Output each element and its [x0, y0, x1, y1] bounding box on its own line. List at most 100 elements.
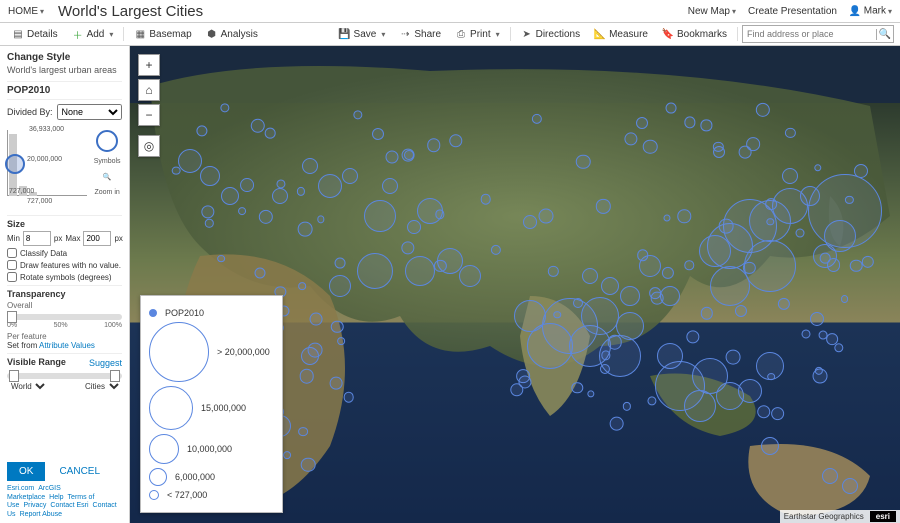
- locate-button[interactable]: ◎: [138, 135, 160, 157]
- city-symbol[interactable]: [272, 188, 288, 204]
- city-symbol[interactable]: [301, 458, 316, 473]
- city-symbol[interactable]: [757, 405, 771, 419]
- save-button[interactable]: 💾Save: [333, 26, 392, 42]
- city-symbol[interactable]: [284, 451, 292, 459]
- city-symbol[interactable]: [620, 286, 640, 306]
- city-symbol[interactable]: [318, 174, 342, 198]
- divided-by-select[interactable]: None: [57, 104, 122, 120]
- city-symbol[interactable]: [738, 379, 762, 403]
- city-symbol[interactable]: [427, 138, 441, 152]
- size-max-input[interactable]: [83, 231, 111, 246]
- zoom-out-button[interactable]: −: [138, 104, 160, 126]
- classify-checkbox[interactable]: [7, 248, 17, 258]
- city-symbol[interactable]: [765, 198, 777, 210]
- city-symbol[interactable]: [581, 297, 619, 335]
- user-menu[interactable]: 👤 Mark: [849, 5, 892, 17]
- add-button[interactable]: ＋Add: [66, 26, 120, 42]
- city-symbol[interactable]: [221, 187, 239, 205]
- city-symbol[interactable]: [802, 329, 811, 338]
- city-symbol[interactable]: [337, 337, 345, 345]
- create-presentation-link[interactable]: Create Presentation: [748, 6, 837, 17]
- map-canvas[interactable]: + ⌂ − ◎ POP2010 > 20,000,000 15,000,000 …: [130, 46, 900, 523]
- city-symbol[interactable]: [298, 222, 313, 237]
- city-symbol[interactable]: [480, 194, 491, 205]
- city-symbol[interactable]: [329, 275, 351, 297]
- city-symbol[interactable]: [601, 277, 619, 295]
- bookmarks-button[interactable]: 🔖Bookmarks: [656, 26, 733, 42]
- city-symbol[interactable]: [684, 390, 716, 422]
- city-symbol[interactable]: [307, 343, 322, 358]
- city-symbol[interactable]: [818, 331, 827, 340]
- city-symbol[interactable]: [699, 235, 731, 267]
- city-symbol[interactable]: [761, 437, 779, 455]
- city-symbol[interactable]: [302, 158, 318, 174]
- cancel-button[interactable]: CANCEL: [53, 465, 106, 478]
- zoom-home-button[interactable]: ⌂: [138, 79, 160, 101]
- suggest-link[interactable]: Suggest: [89, 358, 122, 368]
- city-symbol[interactable]: [407, 220, 421, 234]
- details-button[interactable]: ▤Details: [6, 26, 64, 42]
- transparency-slider[interactable]: [7, 314, 122, 320]
- city-symbol[interactable]: [841, 296, 849, 304]
- city-symbol[interactable]: [344, 392, 355, 403]
- attribute-values-link[interactable]: Attribute Values: [39, 341, 95, 350]
- print-button[interactable]: ⎙Print: [449, 26, 506, 42]
- city-symbol[interactable]: [726, 350, 741, 365]
- city-symbol[interactable]: [609, 416, 624, 431]
- city-symbol[interactable]: [747, 137, 761, 151]
- city-symbol[interactable]: [404, 150, 414, 160]
- draw-null-checkbox[interactable]: [7, 260, 17, 270]
- city-symbol[interactable]: [607, 335, 622, 350]
- city-symbol[interactable]: [616, 312, 644, 340]
- basemap-button[interactable]: ▦Basemap: [128, 26, 197, 42]
- size-histogram[interactable]: 36,933,000 20,000,000 727,000 727,000 Sy…: [7, 126, 122, 206]
- city-symbol[interactable]: [643, 139, 658, 154]
- new-map-link[interactable]: New Map: [688, 6, 736, 17]
- city-symbol[interactable]: [771, 407, 785, 421]
- city-symbol[interactable]: [335, 258, 346, 269]
- zoom-in-button[interactable]: +: [138, 54, 160, 76]
- city-symbol[interactable]: [650, 292, 663, 305]
- city-symbol[interactable]: [636, 117, 648, 129]
- measure-button[interactable]: 📐Measure: [588, 26, 654, 42]
- city-symbol[interactable]: [172, 166, 181, 175]
- zoom-in-icon[interactable]: 🔍: [101, 171, 113, 183]
- city-symbol[interactable]: [299, 282, 307, 290]
- city-symbol[interactable]: [582, 268, 598, 284]
- city-symbol[interactable]: [405, 256, 435, 286]
- city-symbol[interactable]: [298, 427, 308, 437]
- city-symbol[interactable]: [820, 253, 831, 264]
- city-symbol[interactable]: [822, 468, 838, 484]
- size-min-input[interactable]: [23, 231, 51, 246]
- city-symbol[interactable]: [795, 229, 804, 238]
- city-symbol[interactable]: [854, 164, 868, 178]
- city-symbol[interactable]: [357, 253, 393, 289]
- share-button[interactable]: ⇢Share: [393, 26, 447, 42]
- directions-button[interactable]: ➤Directions: [515, 26, 586, 42]
- symbols-button[interactable]: [96, 130, 118, 152]
- analysis-button[interactable]: ⬢Analysis: [200, 26, 264, 42]
- city-symbol[interactable]: [554, 311, 562, 319]
- search-input[interactable]: [743, 29, 876, 39]
- city-symbol[interactable]: [217, 255, 225, 263]
- footer-links[interactable]: Esri.comArcGIS MarketplaceHelpTerms of U…: [7, 485, 122, 519]
- city-symbol[interactable]: [768, 373, 776, 381]
- city-symbol[interactable]: [782, 168, 798, 184]
- city-symbol[interactable]: [842, 478, 858, 494]
- city-symbol[interactable]: [666, 103, 677, 114]
- city-symbol[interactable]: [573, 298, 583, 308]
- rotate-checkbox[interactable]: [7, 272, 17, 282]
- city-symbol[interactable]: [514, 300, 546, 332]
- city-symbol[interactable]: [372, 128, 384, 140]
- search-box[interactable]: 🔍: [742, 25, 894, 43]
- ok-button[interactable]: OK: [7, 462, 45, 481]
- city-symbol[interactable]: [330, 377, 343, 390]
- city-symbol[interactable]: [178, 149, 202, 173]
- city-symbol[interactable]: [240, 178, 254, 192]
- visible-max-select[interactable]: Cities: [81, 381, 122, 392]
- city-symbol[interactable]: [459, 265, 481, 287]
- city-symbol[interactable]: [657, 343, 683, 369]
- city-symbol[interactable]: [385, 151, 398, 164]
- city-symbol[interactable]: [518, 375, 531, 388]
- city-symbol[interactable]: [265, 128, 276, 139]
